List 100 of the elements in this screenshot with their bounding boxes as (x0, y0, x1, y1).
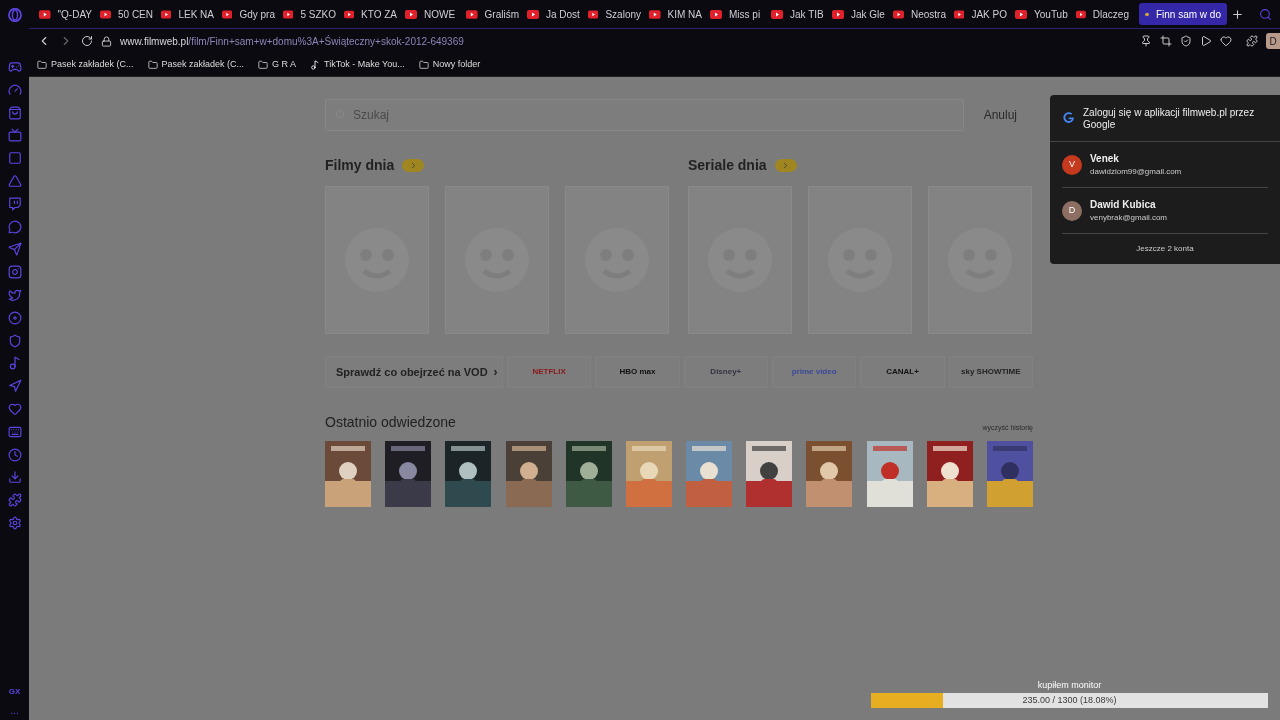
browser-tab[interactable]: Ja Dost (523, 3, 584, 25)
heart-icon[interactable] (1220, 35, 1232, 47)
play-icon (649, 9, 661, 19)
square-icon[interactable] (7, 151, 22, 166)
screen-icon[interactable] (7, 128, 22, 143)
popup-title: Zaloguj się w aplikacji filmweb.pl przez Google (1083, 107, 1256, 131)
play-icon (954, 9, 965, 19)
play-icon (832, 9, 844, 19)
chat-icon[interactable] (7, 219, 22, 234)
browser-tab[interactable]: Gdy pra (218, 3, 279, 25)
browser-tab[interactable]: Jak TIB (767, 3, 828, 25)
browser-tab[interactable]: LEK NA (157, 3, 218, 25)
google-icon (1062, 111, 1075, 124)
play-icon (344, 9, 355, 19)
vod-link[interactable]: Sprawdź co obejrzeć na VOD › (325, 356, 503, 388)
browser-tab[interactable]: JAK PO (950, 3, 1011, 25)
folder-icon (418, 59, 429, 70)
browser-tab[interactable]: Jak Gle (828, 3, 889, 25)
play-icon (771, 9, 783, 19)
cancel-link[interactable]: Anuluj (983, 106, 1017, 124)
bookmark[interactable]: Pasek zakładek (C... (147, 57, 245, 72)
browser-tab[interactable]: Dlaczeg (1072, 3, 1133, 25)
clock-icon[interactable] (7, 447, 22, 462)
lock-icon (101, 35, 112, 47)
tab-title: Graliśm (484, 7, 519, 22)
instagram-icon[interactable] (7, 265, 22, 280)
reload-icon[interactable] (81, 35, 93, 47)
play-icon (39, 9, 51, 19)
twitch-icon[interactable] (7, 196, 22, 211)
play-icon (1076, 9, 1086, 19)
arrow-icon[interactable] (7, 379, 22, 394)
download-icon[interactable] (7, 470, 22, 485)
tiktok-icon (310, 59, 321, 70)
service-logo[interactable]: sky SHOWTIME (948, 356, 1033, 388)
browser-tab[interactable]: Neostra (889, 3, 950, 25)
profile-avatar[interactable]: D (1266, 33, 1280, 49)
bag-icon[interactable] (7, 105, 22, 120)
browser-tab[interactable]: NOWE (401, 3, 462, 25)
play-icon (893, 9, 904, 19)
settings-icon[interactable] (7, 515, 22, 530)
bookmark-label: Pasek zakładek (C... (161, 57, 245, 71)
tab-title: KTO ZA (361, 7, 397, 22)
new-tab-icon[interactable] (1231, 7, 1244, 21)
music-icon[interactable] (7, 356, 22, 371)
folder-icon (258, 59, 269, 70)
play-icon (283, 9, 294, 19)
address-bar[interactable]: www.filmweb.pl/film/Finn+sam+w+domu%3A+Świąteczny+skok-2012-649369 (120, 33, 464, 49)
browser-tab[interactable]: 50 CEN (96, 3, 157, 25)
account-name: Venek (1090, 152, 1120, 166)
bookmark-label: G R A (272, 57, 297, 71)
browser-tab[interactable]: KTO ZA (340, 3, 401, 25)
account-row[interactable]: D Dawid Kubica venybrak@gmail.com (1062, 188, 1268, 234)
pin-icon[interactable] (1140, 35, 1152, 47)
bookmark[interactable]: TikTok - Make You... (310, 57, 405, 72)
play-icon (405, 9, 417, 19)
account-email: venybrak@gmail.com (1090, 212, 1168, 224)
tab-title: Dlaczeg (1092, 7, 1129, 22)
section-title: Ostatnio odwiedzone (325, 413, 456, 432)
puzzle-icon[interactable] (7, 493, 22, 508)
browser-tab[interactable]: YouTub (1011, 3, 1072, 25)
play-icon[interactable] (1200, 35, 1212, 47)
bookmark[interactable]: Pasek zakładek (C... (37, 57, 134, 72)
folder-icon (37, 59, 47, 70)
gauge-icon[interactable] (7, 82, 22, 97)
gamepad-icon[interactable] (7, 60, 22, 74)
browser-logo-icon[interactable] (7, 8, 22, 22)
play-icon (710, 9, 722, 19)
section-title: Filmy dnia (325, 155, 395, 175)
keyboard-icon[interactable] (7, 424, 22, 439)
search-icon[interactable] (1259, 7, 1272, 21)
tab-title: LEK NA (178, 7, 214, 22)
crop-icon[interactable] (1160, 35, 1172, 47)
tab-title: Jak Gle (851, 7, 885, 22)
service-logo[interactable]: CANAL+ (860, 356, 945, 388)
browser-tab[interactable]: Szalony (584, 3, 645, 25)
account-row[interactable]: V Venek dawidziom99@gmail.com (1062, 142, 1268, 188)
play-icon (466, 9, 478, 19)
browser-tab[interactable]: "Q-DAY (35, 3, 96, 25)
tab-title: JAK PO (971, 7, 1007, 22)
shield-icon[interactable] (1180, 35, 1192, 47)
bookmark[interactable]: G R A (258, 57, 297, 72)
tab-title: Finn sam w do (1155, 7, 1221, 22)
browser-tab[interactable]: KIM NA (645, 3, 706, 25)
tab-title: YouTub (1034, 7, 1068, 22)
bookmark[interactable]: Nowy folder (418, 57, 481, 72)
tab-title: Neostra (911, 7, 946, 22)
triangle-icon[interactable] (7, 174, 22, 188)
browser-tab[interactable]: Miss pi (706, 3, 767, 25)
send-icon[interactable] (7, 242, 22, 257)
play-icon (1015, 9, 1027, 19)
tab-title: 50 CEN (118, 7, 153, 22)
service-logo[interactable]: HBO max (595, 356, 680, 388)
bookmark-label: TikTok - Make You... (324, 57, 405, 71)
browser-tab[interactable]: Finn sam w do (1139, 3, 1227, 25)
browser-tab[interactable]: 5 SZKO (279, 3, 340, 25)
play-icon (588, 9, 599, 19)
section-title: Seriale dnia (688, 155, 767, 175)
browser-tab[interactable]: Graliśm (462, 3, 523, 25)
more-accounts-link[interactable]: Jeszcze 2 konta (1136, 234, 1194, 264)
play-icon (527, 9, 539, 19)
